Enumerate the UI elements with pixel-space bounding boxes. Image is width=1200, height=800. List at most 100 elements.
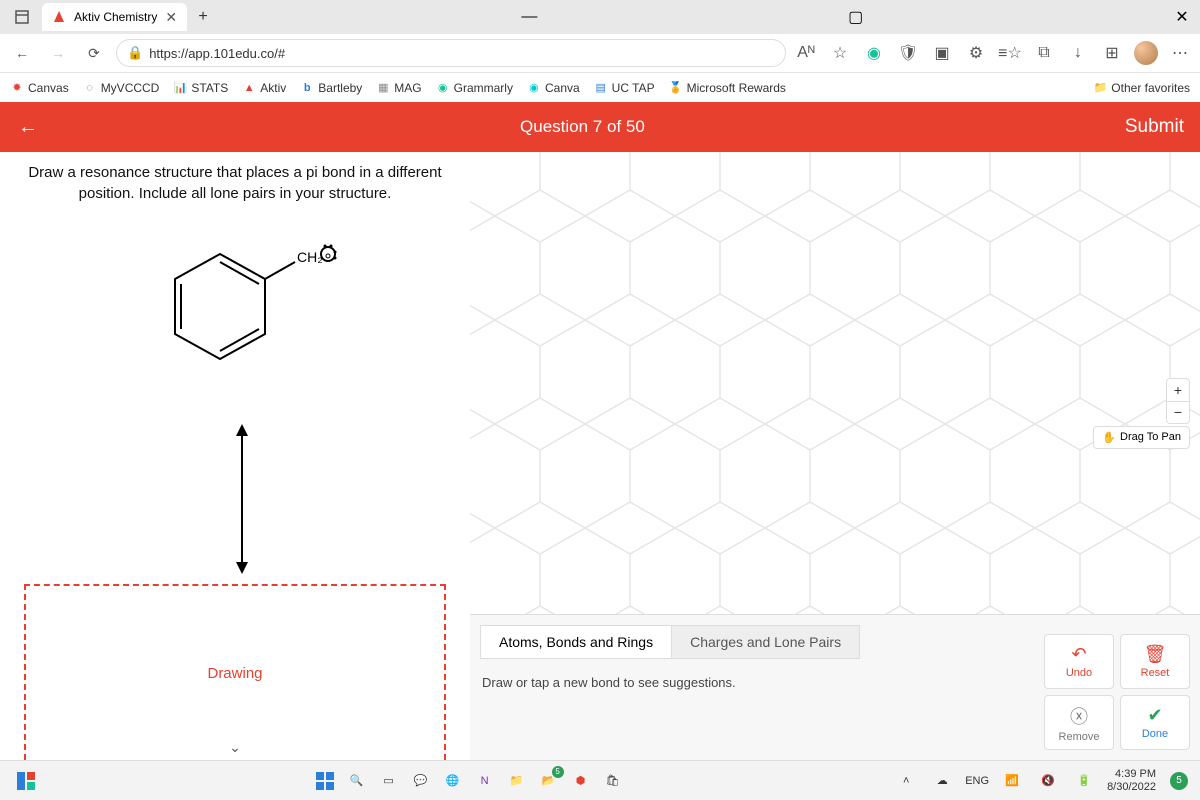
tab-atoms-bonds[interactable]: Atoms, Bonds and Rings (480, 625, 671, 659)
question-header: ← Question 7 of 50 Submit (0, 102, 1200, 152)
lock-icon: 🔒 (127, 45, 143, 61)
tray-chevron-icon[interactable]: ˄ (893, 768, 919, 794)
nav-refresh-icon[interactable]: ⟳ (80, 39, 108, 67)
translate-icon[interactable]: ▣ (930, 41, 954, 65)
aktiv-favicon-icon (52, 10, 66, 24)
widgets-button[interactable] (8, 763, 44, 799)
folder-icon: 📁 (1093, 81, 1107, 95)
url-text: https://app.101edu.co/# (149, 46, 285, 61)
window-maximize-icon[interactable]: ▢ (844, 5, 868, 29)
myvcccd-icon: ◌ (83, 81, 97, 95)
other-favorites[interactable]: 📁Other favorites (1093, 81, 1190, 95)
nav-back-icon[interactable]: ← (8, 39, 36, 67)
remove-button[interactable]: ⓧRemove (1044, 695, 1114, 750)
tab-manager-icon[interactable] (6, 1, 38, 33)
question-title: Question 7 of 50 (520, 117, 645, 137)
reference-structure: CH₂ (125, 234, 345, 414)
battery-icon[interactable]: 🔋 (1071, 768, 1097, 794)
uctap-icon: ▤ (594, 81, 608, 95)
undo-icon: ↶ (1071, 644, 1086, 665)
remove-icon: ⓧ (1070, 703, 1088, 729)
edge-icon[interactable]: 🌐 (440, 768, 466, 794)
explorer2-icon[interactable]: 📂5 (536, 768, 562, 794)
resonance-arrow-icon (232, 424, 238, 574)
bookmark-aktiv[interactable]: ▲Aktiv (242, 81, 286, 95)
bookmark-myvcccd[interactable]: ◌MyVCCCD (83, 81, 160, 95)
office-icon[interactable]: ⬢ (568, 768, 594, 794)
shield-icon[interactable]: 🛡 (896, 41, 920, 65)
submit-button[interactable]: Submit (1125, 116, 1184, 138)
settings-gear-icon[interactable]: ⚙ (964, 41, 988, 65)
extensions-icon[interactable]: ⊞ (1100, 41, 1124, 65)
bookmark-canva[interactable]: ◉Canva (527, 81, 580, 95)
star-favorite-icon[interactable]: ☆ (828, 41, 852, 65)
zoom-controls: + − (1166, 378, 1190, 424)
app-viewport: ← Question 7 of 50 Submit Draw a resonan… (0, 102, 1200, 760)
bookmark-stats[interactable]: 📊STATS (173, 81, 228, 95)
fileexplorer-icon[interactable]: 📁 (504, 768, 530, 794)
chevron-down-icon[interactable]: ⌄ (229, 739, 241, 756)
text-size-icon[interactable]: Aᴺ (794, 41, 818, 65)
bartleby-icon: b (300, 81, 314, 95)
hand-icon: ✋ (1102, 431, 1116, 444)
drag-to-pan-button[interactable]: ✋ Drag To Pan (1093, 426, 1190, 449)
bookmark-canvas[interactable]: ✸Canvas (10, 81, 69, 95)
collections-icon[interactable]: ⧉ (1032, 41, 1056, 65)
taskview-icon[interactable]: ▭ (376, 768, 402, 794)
tool-panel: Atoms, Bonds and Rings Charges and Lone … (470, 614, 1200, 760)
bookmark-uctap[interactable]: ▤UC TAP (594, 81, 655, 95)
drawing-label: Drawing (207, 665, 262, 682)
canvas-icon: ✸ (10, 81, 24, 95)
ch2-label: CH₂ (297, 249, 323, 265)
undo-button[interactable]: ↶Undo (1044, 634, 1114, 689)
window-minimize-icon[interactable]: — (517, 5, 541, 29)
bookmark-msrewards[interactable]: 🏅Microsoft Rewards (669, 81, 786, 95)
canva-icon: ◉ (527, 81, 541, 95)
tab-title: Aktiv Chemistry (74, 10, 157, 24)
browser-chrome: Aktiv Chemistry ✕ + — ▢ ✕ ← → ⟳ 🔒 https:… (0, 0, 1200, 102)
bookmark-bartleby[interactable]: bBartleby (300, 81, 362, 95)
onedrive-icon[interactable]: ☁ (929, 768, 955, 794)
zoom-out-button[interactable]: − (1167, 401, 1189, 423)
aktiv-icon: ▲ (242, 81, 256, 95)
msrewards-icon: 🏅 (669, 81, 683, 95)
grammarly-ext-icon[interactable]: ◉ (862, 41, 886, 65)
window-close-icon[interactable]: ✕ (1170, 5, 1194, 29)
done-button[interactable]: ✔Done (1120, 695, 1190, 750)
mag-icon: ▦ (376, 81, 390, 95)
reset-button[interactable]: 🗑Reset (1120, 634, 1190, 689)
trash-icon: 🗑 (1144, 644, 1167, 665)
clock[interactable]: 4:39 PM 8/30/2022 (1107, 768, 1156, 792)
zoom-in-button[interactable]: + (1167, 379, 1189, 401)
tab-strip: Aktiv Chemistry ✕ + — ▢ ✕ (0, 0, 1200, 34)
more-menu-icon[interactable]: ⋯ (1168, 41, 1192, 65)
tab-charges-lonepairs[interactable]: Charges and Lone Pairs (671, 625, 860, 659)
notifications-icon[interactable]: 5 (1166, 768, 1192, 794)
bookmarks-bar: ✸Canvas ◌MyVCCCD 📊STATS ▲Aktiv bBartleby… (0, 72, 1200, 102)
language-indicator[interactable]: ENG (965, 775, 989, 787)
tab-close-icon[interactable]: ✕ (165, 9, 177, 26)
url-input[interactable]: 🔒 https://app.101edu.co/# (116, 39, 786, 67)
msstore-icon[interactable]: 🛍 (600, 768, 626, 794)
stats-icon: 📊 (173, 81, 187, 95)
back-arrow-icon[interactable]: ← (16, 116, 40, 139)
bookmark-grammarly[interactable]: ◉Grammarly (436, 81, 513, 95)
downloads-icon[interactable]: ↓ (1066, 41, 1090, 65)
search-icon[interactable]: 🔍 (344, 768, 370, 794)
wifi-icon[interactable]: 📶 (999, 768, 1025, 794)
question-prompt: Draw a resonance structure that places a… (24, 162, 446, 204)
browser-tab[interactable]: Aktiv Chemistry ✕ (42, 3, 187, 31)
nav-forward-icon: → (44, 39, 72, 67)
drawing-canvas[interactable]: + − ✋ Drag To Pan Atoms, Bonds and Rings… (470, 152, 1200, 760)
address-bar: ← → ⟳ 🔒 https://app.101edu.co/# Aᴺ ☆ ◉ 🛡… (0, 34, 1200, 72)
onenote-icon[interactable]: N (472, 768, 498, 794)
volume-mute-icon[interactable]: 🔇 (1035, 768, 1061, 794)
drawing-dropzone[interactable]: Drawing ⌄ (24, 584, 446, 760)
new-tab-button[interactable]: + (191, 5, 215, 29)
start-button[interactable] (312, 768, 338, 794)
chat-icon[interactable]: 💬 (408, 768, 434, 794)
favorites-list-icon[interactable]: ≡☆ (998, 41, 1022, 65)
bookmark-mag[interactable]: ▦MAG (376, 81, 421, 95)
profile-avatar[interactable] (1134, 41, 1158, 65)
question-panel: Draw a resonance structure that places a… (0, 152, 470, 760)
